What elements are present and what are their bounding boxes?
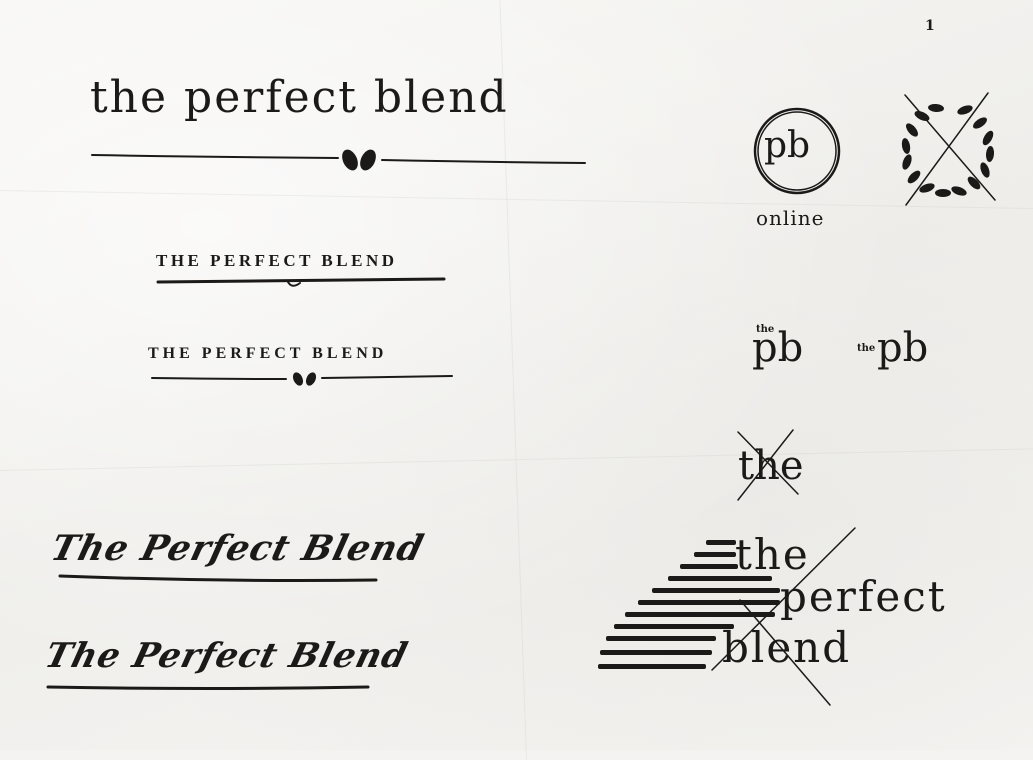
sketch-2-rule (156, 277, 446, 284)
script-1-underline (58, 574, 378, 582)
coffee-bean-icon-small (292, 372, 317, 386)
script-2-underline (46, 685, 370, 690)
sketch-3-rule-right (321, 375, 453, 379)
circle-logo-ring-inner (757, 111, 837, 191)
stacked-cross-line (711, 527, 856, 671)
ink-sketch-strokes (46, 92, 996, 706)
circle-logo-ring-outer (753, 107, 841, 195)
sketch-1-rule-right (381, 159, 586, 164)
wreath-cross-line-1 (904, 94, 996, 201)
coffee-bean-icon (342, 149, 376, 171)
sketch-1-rule-left (91, 154, 339, 159)
sketch-3-rule-left (151, 377, 287, 380)
stripe-triangle-icon (598, 540, 780, 669)
sketch-2-rule-flourish (287, 281, 301, 287)
